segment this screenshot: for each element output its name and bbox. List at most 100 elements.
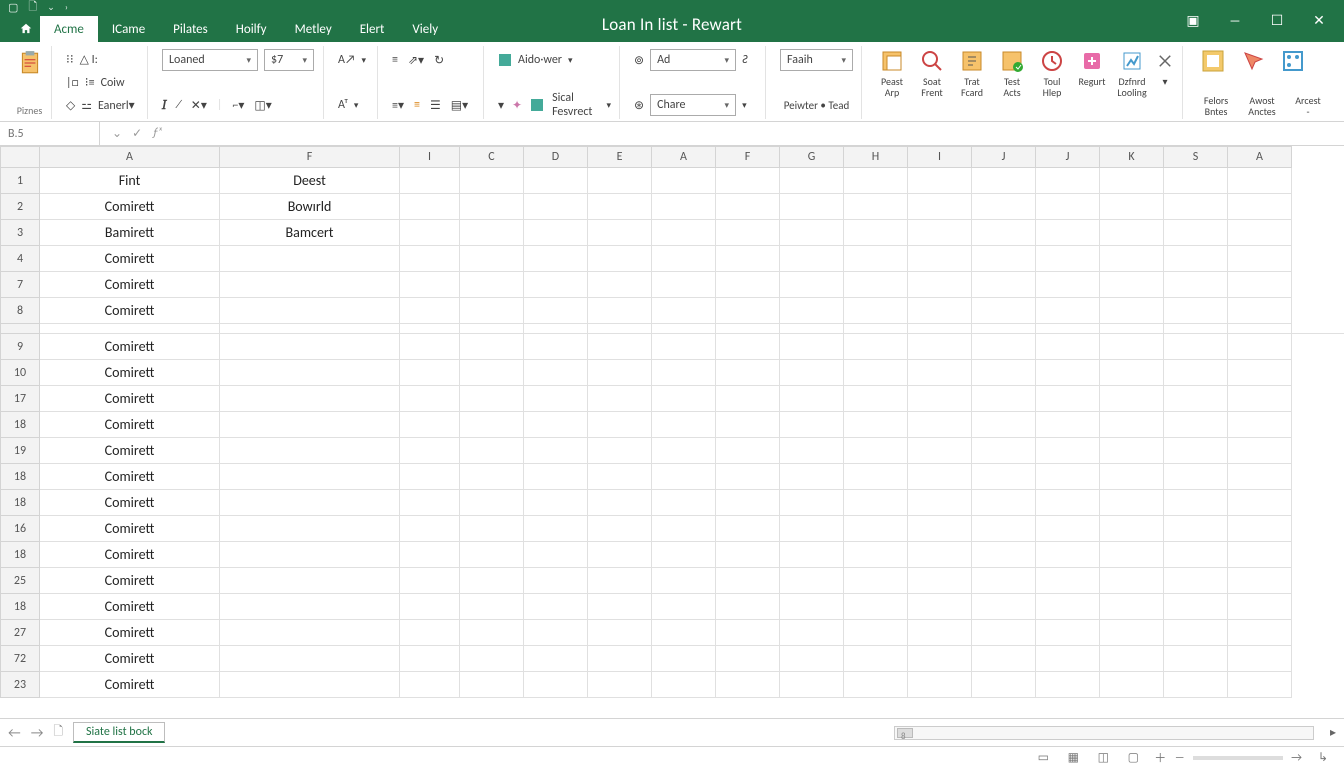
- cell[interactable]: [1100, 168, 1164, 194]
- cell[interactable]: [524, 594, 588, 620]
- cell[interactable]: [1164, 542, 1228, 568]
- cell[interactable]: [652, 646, 716, 672]
- cell[interactable]: [524, 246, 588, 272]
- select-all-corner[interactable]: [0, 146, 40, 168]
- cell[interactable]: [400, 220, 460, 246]
- cell[interactable]: [780, 542, 844, 568]
- cell[interactable]: [1100, 298, 1164, 324]
- cell[interactable]: [844, 542, 908, 568]
- cell[interactable]: Comirett: [40, 194, 220, 220]
- cell[interactable]: [1164, 490, 1228, 516]
- cell[interactable]: [780, 246, 844, 272]
- cell[interactable]: [524, 272, 588, 298]
- cell[interactable]: [908, 516, 972, 542]
- cell[interactable]: [1164, 360, 1228, 386]
- cell[interactable]: [220, 360, 400, 386]
- cell[interactable]: [908, 542, 972, 568]
- cell[interactable]: [588, 516, 652, 542]
- col-header[interactable]: A: [40, 146, 220, 168]
- align-top-icon[interactable]: ≡: [392, 53, 398, 67]
- cell[interactable]: [716, 194, 780, 220]
- styles-btn-b[interactable]: [1237, 48, 1269, 74]
- close-icon[interactable]: ✕: [1310, 12, 1328, 29]
- cell[interactable]: [400, 246, 460, 272]
- cell[interactable]: [844, 194, 908, 220]
- cell[interactable]: [1100, 272, 1164, 298]
- fill-color-icon[interactable]: ◫▾: [254, 98, 271, 113]
- cell[interactable]: [1228, 298, 1292, 324]
- cell[interactable]: [1100, 490, 1164, 516]
- cell[interactable]: [220, 594, 400, 620]
- cell[interactable]: [460, 594, 524, 620]
- cell[interactable]: [588, 412, 652, 438]
- cell[interactable]: [460, 272, 524, 298]
- save-icon[interactable]: 🗋: [28, 0, 37, 17]
- cell[interactable]: [400, 438, 460, 464]
- cell[interactable]: [524, 646, 588, 672]
- cell[interactable]: [400, 168, 460, 194]
- cell[interactable]: [972, 464, 1036, 490]
- shrink-font-caret[interactable]: ▾: [362, 55, 367, 66]
- cell[interactable]: [588, 246, 652, 272]
- cell[interactable]: [1036, 542, 1100, 568]
- cell[interactable]: [972, 568, 1036, 594]
- zoom-out-icon[interactable]: ＋: [1154, 749, 1166, 766]
- col-header[interactable]: H: [844, 146, 908, 168]
- cell[interactable]: [908, 246, 972, 272]
- view-break-icon[interactable]: ◫: [1094, 750, 1112, 765]
- cell[interactable]: [400, 542, 460, 568]
- cell[interactable]: [972, 220, 1036, 246]
- strike-icon[interactable]: ✕▾: [191, 98, 207, 113]
- cell[interactable]: [1100, 620, 1164, 646]
- cell[interactable]: [1100, 220, 1164, 246]
- cell[interactable]: [780, 594, 844, 620]
- cell[interactable]: [908, 594, 972, 620]
- cell[interactable]: [908, 220, 972, 246]
- cell[interactable]: [780, 272, 844, 298]
- cell[interactable]: [460, 646, 524, 672]
- cell[interactable]: [220, 272, 400, 298]
- cell[interactable]: [972, 168, 1036, 194]
- cell[interactable]: [524, 412, 588, 438]
- cell[interactable]: [844, 220, 908, 246]
- cell[interactable]: [1036, 298, 1100, 324]
- cell[interactable]: [716, 360, 780, 386]
- cell[interactable]: [400, 490, 460, 516]
- cell[interactable]: [460, 542, 524, 568]
- cell[interactable]: [1036, 464, 1100, 490]
- cell[interactable]: [716, 568, 780, 594]
- cell[interactable]: Comirett: [40, 516, 220, 542]
- cell[interactable]: [972, 246, 1036, 272]
- cell[interactable]: [1036, 672, 1100, 698]
- cell[interactable]: [460, 620, 524, 646]
- cell[interactable]: [220, 334, 400, 360]
- cell[interactable]: [1228, 672, 1292, 698]
- view-layout-icon[interactable]: ▦: [1064, 750, 1082, 765]
- col-header[interactable]: I: [400, 146, 460, 168]
- cell[interactable]: [652, 490, 716, 516]
- cell[interactable]: [588, 490, 652, 516]
- cell[interactable]: [652, 272, 716, 298]
- tab-icame[interactable]: ICame: [98, 16, 159, 42]
- cell[interactable]: [400, 272, 460, 298]
- cell[interactable]: [716, 490, 780, 516]
- cell[interactable]: [588, 646, 652, 672]
- cell[interactable]: [1036, 438, 1100, 464]
- cell[interactable]: [400, 386, 460, 412]
- cell[interactable]: [908, 194, 972, 220]
- cell[interactable]: [780, 438, 844, 464]
- cell[interactable]: [460, 298, 524, 324]
- conditional-format-select[interactable]: Faaih▾: [780, 49, 853, 71]
- mini-label-2[interactable]: ⁝≡: [85, 75, 95, 90]
- cell[interactable]: Bamcert: [220, 220, 400, 246]
- cell[interactable]: [1228, 438, 1292, 464]
- cell[interactable]: [1100, 246, 1164, 272]
- col-header[interactable]: S: [1164, 146, 1228, 168]
- cell[interactable]: [716, 334, 780, 360]
- cell[interactable]: [780, 412, 844, 438]
- ribbon-overflow-icon[interactable]: ▾: [1156, 48, 1174, 87]
- cell[interactable]: [1228, 516, 1292, 542]
- mini-eanerl[interactable]: Eanerl▾: [98, 98, 135, 113]
- cell[interactable]: [1036, 220, 1100, 246]
- cell[interactable]: [220, 412, 400, 438]
